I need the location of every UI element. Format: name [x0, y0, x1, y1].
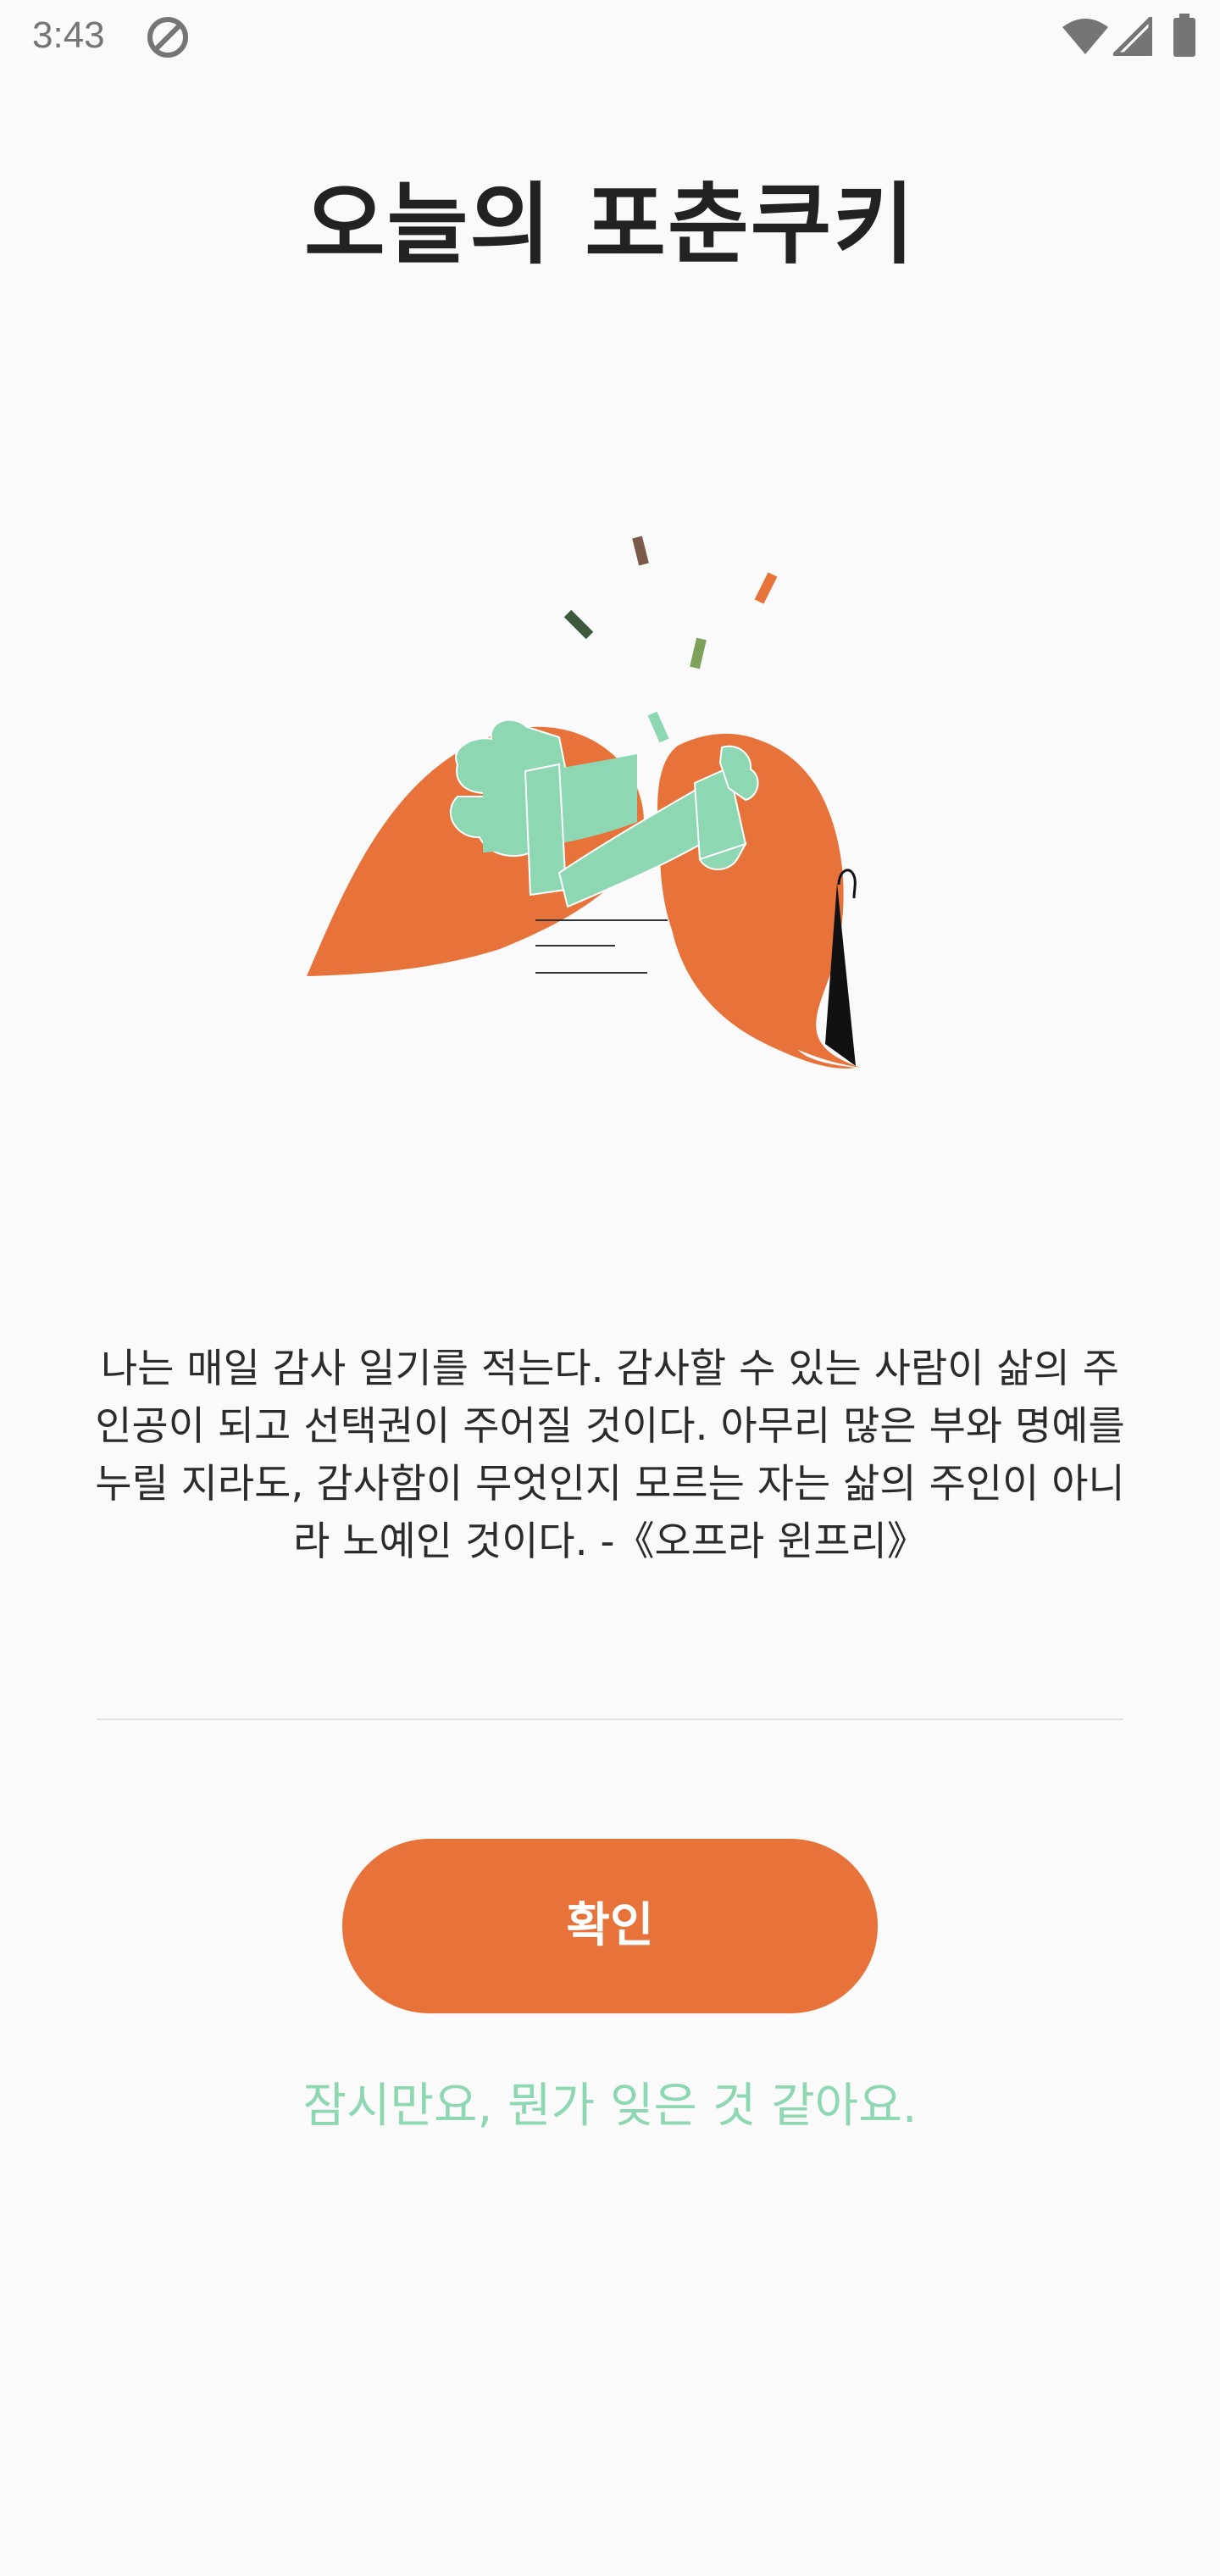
forgot-something-link[interactable]: 잠시만요, 뭔가 잊은 것 같아요.: [0, 2073, 1220, 2140]
signal-icon: [1113, 17, 1152, 56]
confirm-button[interactable]: 확인: [342, 1839, 878, 2013]
status-time: 3:43: [32, 14, 105, 56]
divider: [97, 1718, 1123, 1720]
do-not-disturb-icon: [147, 17, 188, 58]
page-title: 오늘의 포춘쿠키: [304, 173, 916, 276]
confetti: [563, 536, 778, 743]
wifi-icon: [1062, 19, 1108, 54]
fortune-quote: 나는 매일 감사 일기를 적는다. 감사할 수 있는 사람이 삶의 주 인공이 …: [95, 1346, 1125, 1565]
status-bar: 3:43: [0, 0, 1220, 73]
fortune-cookie-illustration: [307, 536, 861, 1069]
battery-icon: [1173, 14, 1195, 57]
